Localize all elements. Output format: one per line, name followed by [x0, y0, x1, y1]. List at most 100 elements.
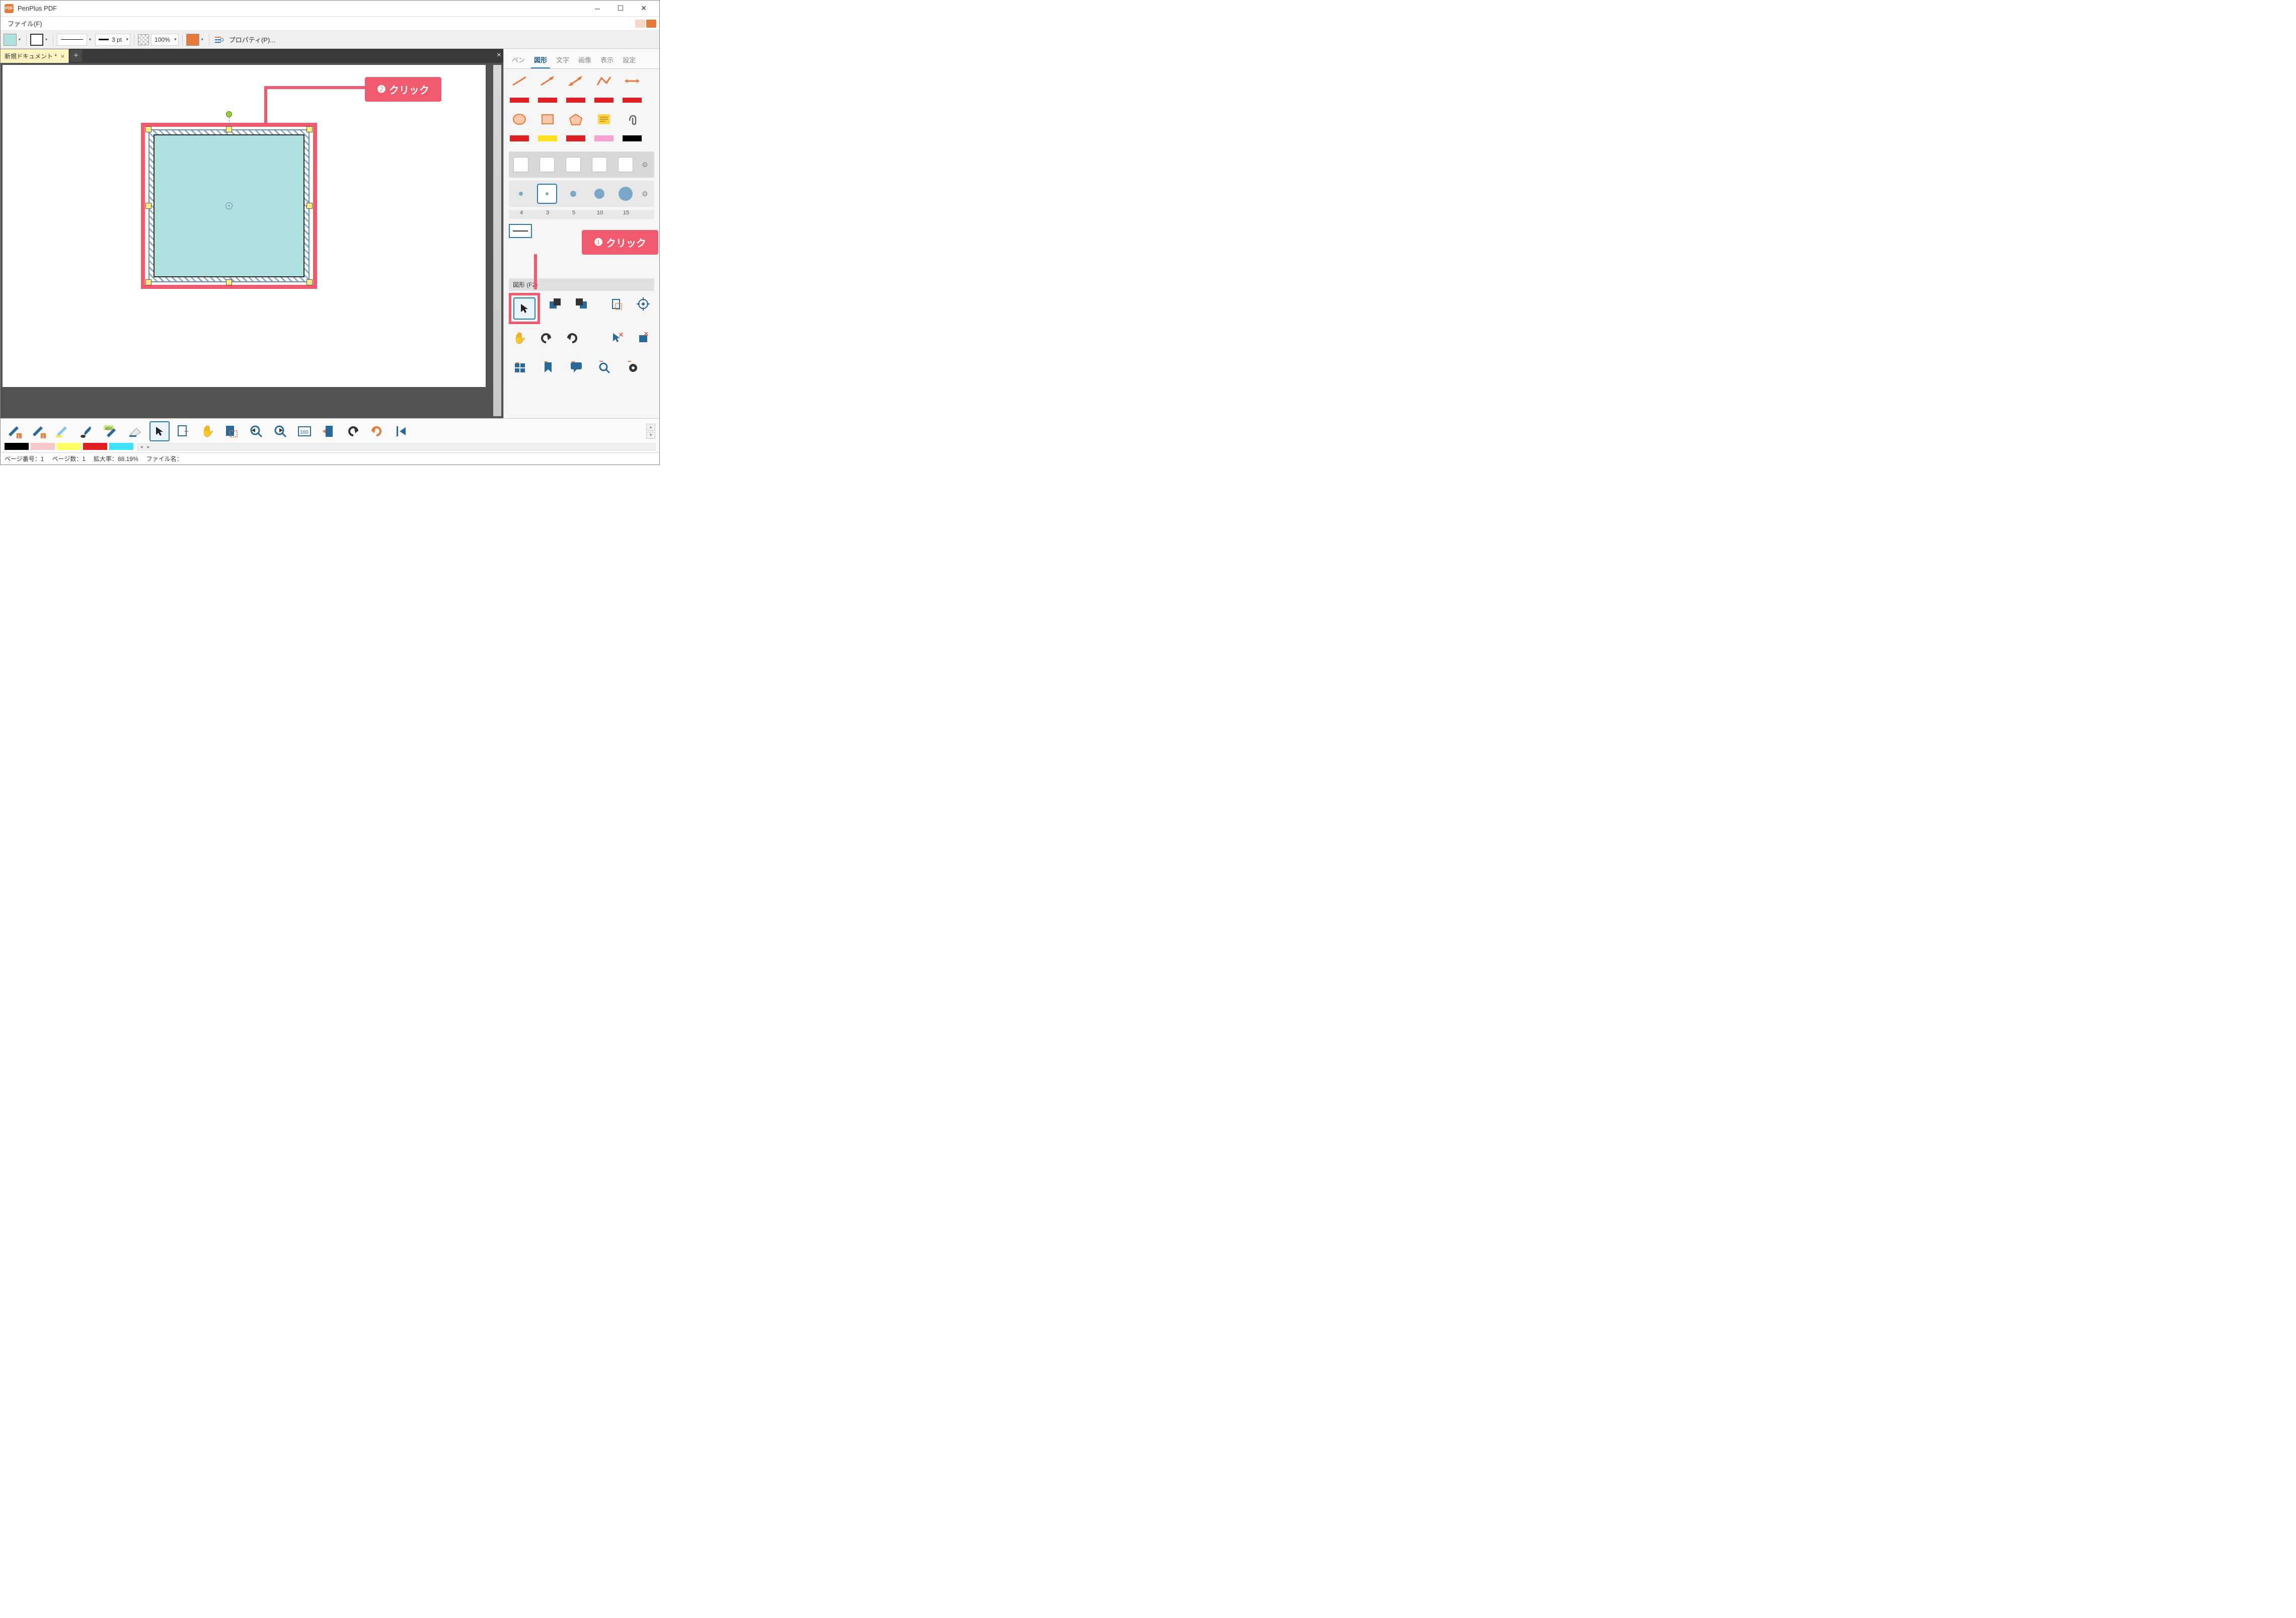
polygon-tool-icon[interactable] — [565, 112, 586, 126]
polyline-tool-icon[interactable] — [593, 74, 615, 88]
select-tool-button[interactable] — [513, 297, 535, 320]
resize-handle-sw[interactable] — [145, 279, 151, 285]
search-panel-button[interactable] — [593, 356, 616, 378]
dimension-tool-icon[interactable] — [622, 74, 643, 88]
page[interactable]: ❷ クリック — [3, 65, 486, 387]
goto-start-button[interactable] — [391, 421, 411, 441]
fill-swatch-red2[interactable] — [565, 131, 586, 145]
delete-shape-button[interactable]: ✕ — [632, 327, 654, 349]
text-select-button[interactable]: T — [174, 421, 194, 441]
close-tab-icon[interactable]: × — [61, 53, 64, 60]
tab-settings[interactable]: 設定 — [620, 52, 639, 68]
page-viewport[interactable]: ❷ クリック — [3, 65, 493, 416]
send-back-button[interactable] — [570, 293, 592, 315]
line-style-picker[interactable]: ▾ — [57, 34, 93, 46]
rectangle-tool-icon[interactable] — [537, 112, 558, 126]
tab-view[interactable]: 表示 — [597, 52, 617, 68]
resize-handle-e[interactable] — [307, 203, 313, 209]
quick-color-yellow[interactable] — [57, 443, 81, 450]
redo-bottom-button[interactable] — [367, 421, 387, 441]
fill-swatch-pink[interactable] — [593, 131, 615, 145]
highlight-color-picker[interactable]: ▾ — [186, 34, 205, 46]
comments-panel-button[interactable] — [565, 356, 587, 378]
bring-front-button[interactable] — [544, 293, 566, 315]
zoom-100-button[interactable]: 100 — [294, 421, 315, 441]
minimize-button[interactable]: ─ — [586, 1, 609, 16]
target-button[interactable] — [632, 293, 654, 315]
double-arrow-tool-icon[interactable] — [565, 74, 586, 88]
resize-handle-s[interactable] — [226, 279, 232, 285]
maximize-button[interactable]: ☐ — [609, 1, 632, 16]
pen-1-button[interactable]: 1 — [5, 421, 25, 441]
rotation-handle[interactable] — [226, 111, 232, 117]
tab-text[interactable]: 文字 — [553, 52, 572, 68]
pen-2-button[interactable]: 2 — [29, 421, 49, 441]
line-style-selected[interactable] — [509, 224, 532, 238]
quick-color-pink[interactable] — [31, 443, 55, 450]
ellipse-tool-icon[interactable] — [509, 112, 530, 126]
panel-collapse-left-icon[interactable] — [635, 20, 645, 28]
pan-tool-button[interactable]: ✋ — [509, 327, 531, 349]
settings-panel-button[interactable] — [622, 356, 644, 378]
canvas-area[interactable]: ❷ クリック — [1, 63, 503, 418]
line-tool-icon[interactable] — [509, 74, 530, 88]
tab-shapes[interactable]: 図形 — [531, 52, 550, 68]
stroke-preset-2[interactable] — [537, 155, 557, 175]
close-all-tabs-button[interactable]: × — [497, 51, 501, 60]
pen-size-5[interactable] — [563, 184, 583, 204]
stroke-color-picker[interactable]: ▾ — [30, 34, 49, 46]
text-highlight-button[interactable]: abc — [101, 421, 121, 441]
fill-swatch-black[interactable] — [622, 131, 643, 145]
vertical-scrollbar[interactable] — [493, 65, 501, 416]
fit-page-button[interactable] — [319, 421, 339, 441]
selected-shape[interactable] — [148, 129, 310, 282]
brush-button[interactable] — [77, 421, 97, 441]
undo-bottom-button[interactable] — [343, 421, 363, 441]
eraser-button[interactable] — [125, 421, 145, 441]
thumbnail-panel-button[interactable] — [509, 356, 531, 378]
stroke-preset-1[interactable] — [511, 155, 531, 175]
quick-color-black[interactable] — [5, 443, 29, 450]
swatch-red-1[interactable] — [509, 93, 530, 107]
opacity-select[interactable]: 100% — [151, 34, 179, 46]
tab-image[interactable]: 画像 — [575, 52, 594, 68]
quick-color-cyan[interactable] — [109, 443, 133, 450]
menu-file[interactable]: ファイル(F) — [4, 17, 46, 30]
pen-size-3[interactable] — [537, 184, 557, 204]
attachment-tool-icon[interactable] — [622, 112, 643, 126]
opacity-picker[interactable] — [138, 34, 149, 45]
resize-handle-se[interactable] — [307, 279, 313, 285]
line-weight-select[interactable]: 3 pt — [95, 34, 130, 46]
bottom-scroll-updown[interactable]: ▴▾ — [646, 424, 655, 439]
zoom-out-button[interactable] — [246, 421, 266, 441]
swatch-red-4[interactable] — [593, 93, 615, 107]
zoom-in-button[interactable] — [270, 421, 290, 441]
fill-swatch-red[interactable] — [509, 131, 530, 145]
fill-swatch-yellow[interactable] — [537, 131, 558, 145]
close-button[interactable]: ✕ — [632, 1, 655, 16]
undo-button[interactable] — [535, 327, 557, 349]
redo-button[interactable] — [561, 327, 583, 349]
document-tab[interactable]: 新規ドキュメント * × — [1, 49, 69, 63]
stroke-preset-4[interactable] — [589, 155, 609, 175]
stroke-preset-5[interactable] — [616, 155, 636, 175]
sticky-note-tool-icon[interactable] — [593, 112, 615, 126]
resize-handle-nw[interactable] — [145, 126, 151, 132]
paste-button[interactable] — [606, 293, 628, 315]
properties-icon[interactable] — [213, 34, 225, 46]
stroke-preset-3[interactable] — [563, 155, 583, 175]
gear-icon[interactable]: ⚙ — [642, 161, 654, 169]
resize-handle-w[interactable] — [145, 203, 151, 209]
resize-handle-n[interactable] — [226, 126, 232, 132]
swatch-red-3[interactable] — [565, 93, 586, 107]
pen-size-15[interactable] — [616, 184, 636, 204]
new-tab-button[interactable]: + — [70, 50, 82, 62]
gear-icon[interactable]: ⚙ — [642, 190, 654, 198]
highlighter-button[interactable] — [53, 421, 73, 441]
pen-size-10[interactable] — [589, 184, 609, 204]
properties-button[interactable]: プロパティ(P)... — [227, 35, 277, 44]
swatch-red-5[interactable] — [622, 93, 643, 107]
fill-color-picker[interactable]: ▾ — [4, 34, 23, 46]
select-tool-button[interactable] — [149, 421, 170, 441]
resize-handle-ne[interactable] — [307, 126, 313, 132]
